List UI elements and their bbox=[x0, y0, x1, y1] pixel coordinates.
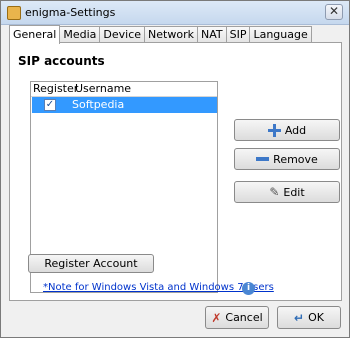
column-header-username[interactable]: Username bbox=[73, 82, 131, 96]
register-checkbox[interactable]: ✓ bbox=[44, 99, 56, 111]
add-button-label: Add bbox=[284, 123, 307, 137]
cancel-button-label: Cancel bbox=[225, 311, 263, 324]
minus-icon bbox=[256, 157, 270, 161]
cancel-icon: ✗ bbox=[211, 310, 222, 325]
close-button[interactable]: ✕ bbox=[325, 4, 343, 20]
remove-button-label: Remove bbox=[273, 152, 318, 166]
tab-media[interactable]: Media bbox=[59, 26, 101, 43]
remove-button[interactable]: Remove bbox=[234, 148, 340, 170]
edit-button-label: Edit bbox=[283, 185, 305, 199]
cancel-button[interactable]: ✗ Cancel bbox=[205, 306, 269, 329]
account-username: Softpedia bbox=[72, 98, 125, 111]
plus-icon bbox=[267, 123, 281, 137]
list-item[interactable]: ✓ Softpedia bbox=[32, 97, 217, 113]
edit-button[interactable]: ✎ Edit bbox=[234, 181, 340, 203]
column-header-register[interactable]: Register bbox=[31, 82, 78, 96]
tab-general[interactable]: General bbox=[9, 25, 61, 44]
section-title: SIP accounts bbox=[18, 54, 105, 68]
ok-icon: ↵ bbox=[294, 310, 305, 325]
settings-window: enigma-Settings ✕ General Media Device N… bbox=[0, 0, 350, 338]
ok-button[interactable]: ↵ OK bbox=[277, 306, 341, 329]
add-button[interactable]: Add bbox=[234, 119, 340, 141]
list-header: Register Username bbox=[31, 82, 217, 97]
window-title: enigma-Settings bbox=[25, 6, 116, 19]
edit-icon: ✎ bbox=[269, 185, 280, 199]
title-bar: enigma-Settings ✕ bbox=[1, 1, 349, 25]
tab-sip[interactable]: SIP bbox=[225, 26, 251, 43]
tab-network[interactable]: Network bbox=[144, 26, 198, 43]
tab-bar: General Media Device Network NAT SIP Lan… bbox=[9, 25, 312, 44]
register-account-button[interactable]: Register Account bbox=[28, 254, 154, 273]
ok-button-label: OK bbox=[308, 311, 324, 324]
tab-nat[interactable]: NAT bbox=[196, 26, 227, 43]
vista-note-link[interactable]: *Note for Windows Vista and Windows 7 us… bbox=[43, 282, 274, 293]
info-icon[interactable]: i bbox=[242, 282, 255, 295]
tab-device[interactable]: Device bbox=[99, 26, 146, 43]
app-icon bbox=[7, 6, 21, 20]
tab-language[interactable]: Language bbox=[249, 26, 312, 43]
